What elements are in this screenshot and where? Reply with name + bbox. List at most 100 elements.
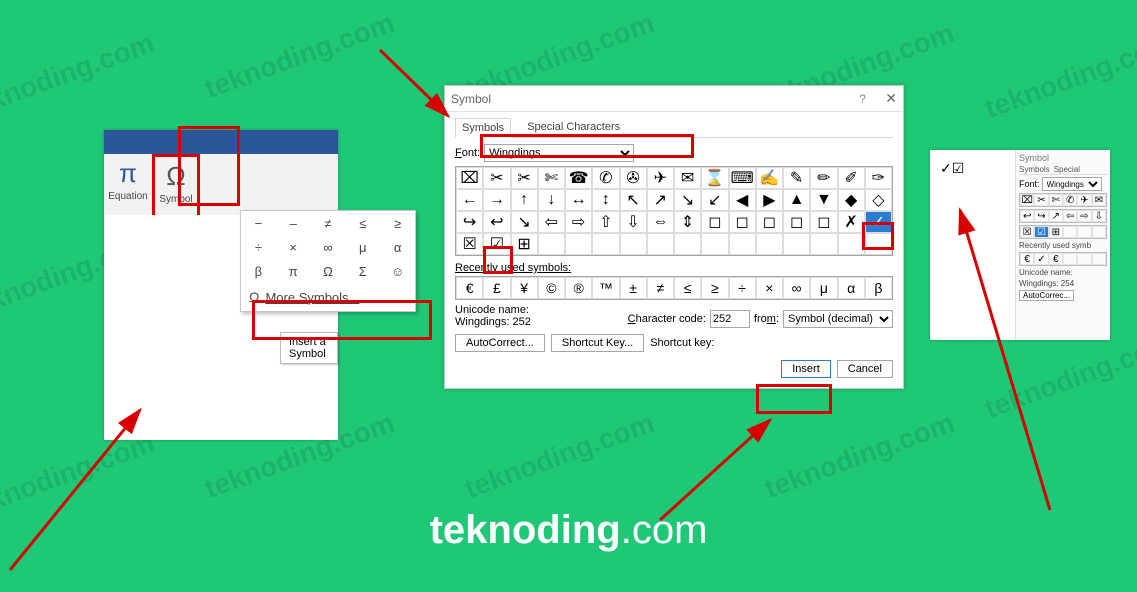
symbol-cell[interactable]: ↪ [456, 211, 483, 233]
symbol-cell[interactable]: ◇ [865, 189, 892, 211]
symbol-cell[interactable]: ⇩ [620, 211, 647, 233]
mini-symbol-cell[interactable]: ⇨ [1077, 210, 1091, 222]
symbol-cell[interactable]: ✂ [483, 167, 510, 189]
symbol-cell[interactable] [538, 233, 565, 255]
mini-symbol-cell[interactable]: ↗ [1049, 210, 1063, 222]
dropdown-symbol-cell[interactable]: Σ [345, 259, 380, 283]
symbol-cell[interactable]: ↘ [511, 211, 538, 233]
close-icon[interactable]: ✕ [885, 90, 897, 106]
symbol-cell[interactable]: ✗ [838, 211, 865, 233]
mini-symbol-cell[interactable]: ✆ [1063, 194, 1077, 206]
dropdown-symbol-cell[interactable]: − [241, 211, 276, 235]
symbol-cell[interactable]: ✍ [756, 167, 783, 189]
dropdown-symbol-cell[interactable]: – [276, 211, 311, 235]
equation-button[interactable]: π Equation [104, 154, 152, 215]
dropdown-symbol-cell[interactable]: π [276, 259, 311, 283]
mini-symbol-cell[interactable]: ⇩ [1092, 210, 1106, 222]
symbol-cell[interactable]: ⌛ [701, 167, 728, 189]
recent-symbol-cell[interactable]: © [538, 277, 565, 299]
recent-symbol-cell[interactable]: β [865, 277, 892, 299]
mini-font-select[interactable]: Wingdings [1042, 177, 1102, 191]
symbol-cell[interactable]: ◻ [783, 211, 810, 233]
help-icon[interactable]: ? [859, 92, 866, 106]
mini-symbol-cell[interactable]: ✈ [1077, 194, 1091, 206]
recent-symbol-cell[interactable]: ™ [592, 277, 619, 299]
mini-symbol-cell[interactable]: ✓ [1034, 253, 1048, 265]
symbol-cell[interactable] [756, 233, 783, 255]
symbol-cell[interactable] [783, 233, 810, 255]
symbol-cell[interactable] [810, 233, 837, 255]
mini-symbol-cell[interactable]: ✉ [1092, 194, 1106, 206]
symbol-cell[interactable]: ▲ [783, 189, 810, 211]
symbol-cell[interactable]: ◻ [810, 211, 837, 233]
insert-button[interactable]: Insert [781, 360, 831, 378]
mini-symbol-cell[interactable]: € [1020, 253, 1034, 265]
charcode-input[interactable] [710, 310, 750, 328]
more-symbols-item[interactable]: Ω More Symbols... [241, 283, 415, 311]
symbol-cell[interactable]: ↩ [483, 211, 510, 233]
recent-symbol-cell[interactable]: ÷ [729, 277, 756, 299]
recent-symbol-cell[interactable]: ∞ [783, 277, 810, 299]
symbol-cell[interactable]: ⇔ [647, 211, 674, 233]
font-select[interactable]: Wingdings [484, 144, 634, 162]
dropdown-symbol-cell[interactable]: ∞ [311, 235, 346, 259]
symbol-cell[interactable]: ↔ [565, 189, 592, 211]
symbol-cell[interactable]: ✆ [592, 167, 619, 189]
symbol-cell[interactable]: ⊞ [511, 233, 538, 255]
mini-symbol-cell[interactable]: ⇦ [1063, 210, 1077, 222]
dropdown-symbol-cell[interactable]: ≤ [345, 211, 380, 235]
recent-symbol-cell[interactable]: μ [810, 277, 837, 299]
symbol-cell[interactable]: ▼ [810, 189, 837, 211]
mini-symbol-cell[interactable] [1063, 253, 1077, 265]
symbol-cell[interactable]: ⇨ [565, 211, 592, 233]
mini-symbol-cell[interactable]: ↩ [1020, 210, 1034, 222]
mini-symbol-cell[interactable]: ⊞ [1049, 226, 1063, 238]
dropdown-symbol-cell[interactable]: × [276, 235, 311, 259]
symbol-cell[interactable]: ◻ [756, 211, 783, 233]
symbol-cell[interactable]: ✉ [674, 167, 701, 189]
symbol-cell[interactable]: ◻ [701, 211, 728, 233]
dropdown-symbol-cell[interactable]: ÷ [241, 235, 276, 259]
symbol-button[interactable]: Ω Symbol [152, 154, 200, 215]
symbol-cell[interactable]: ✑ [865, 167, 892, 189]
symbol-cell[interactable] [729, 233, 756, 255]
symbol-cell[interactable] [592, 233, 619, 255]
mini-symbol-cell[interactable]: ✄ [1049, 194, 1063, 206]
symbol-cell[interactable]: ☑ [483, 233, 510, 255]
symbol-cell[interactable]: ↕ [592, 189, 619, 211]
tab-special[interactable]: Special Characters [521, 118, 626, 137]
recent-symbol-cell[interactable]: ≤ [674, 277, 701, 299]
recent-symbol-cell[interactable]: × [756, 277, 783, 299]
from-select[interactable]: Symbol (decimal) [783, 310, 893, 328]
mini-tab-special[interactable]: Special [1054, 165, 1080, 174]
symbol-cell[interactable]: ◻ [729, 211, 756, 233]
dropdown-symbol-cell[interactable]: μ [345, 235, 380, 259]
symbol-cell[interactable] [620, 233, 647, 255]
mini-symbol-cell[interactable]: ☑ [1034, 226, 1048, 238]
symbol-cell[interactable]: ⇦ [538, 211, 565, 233]
symbol-cell[interactable]: ↘ [674, 189, 701, 211]
symbol-cell[interactable]: ⌧ [456, 167, 483, 189]
mini-symbol-cell[interactable]: ⌧ [1020, 194, 1034, 206]
symbol-cell[interactable]: ⇧ [592, 211, 619, 233]
mini-symbol-cell[interactable] [1077, 253, 1091, 265]
mini-autocorrect-button[interactable]: AutoCorrec... [1019, 290, 1074, 301]
dropdown-symbol-cell[interactable]: β [241, 259, 276, 283]
symbol-cell[interactable]: ✓ [865, 211, 892, 233]
cancel-button[interactable]: Cancel [837, 360, 893, 378]
recent-symbol-cell[interactable]: α [838, 277, 865, 299]
dropdown-symbol-cell[interactable]: ☺ [380, 259, 415, 283]
symbol-cell[interactable] [674, 233, 701, 255]
recent-symbol-cell[interactable]: ± [620, 277, 647, 299]
mini-symbol-cell[interactable]: ☒ [1020, 226, 1034, 238]
shortcut-key-button[interactable]: Shortcut Key... [551, 334, 644, 352]
mini-symbol-cell[interactable] [1063, 226, 1077, 238]
symbol-cell[interactable]: ✇ [620, 167, 647, 189]
symbol-cell[interactable]: ✈ [647, 167, 674, 189]
symbol-cell[interactable] [647, 233, 674, 255]
symbol-cell[interactable]: ☎ [565, 167, 592, 189]
mini-tab-symbols[interactable]: Symbols [1019, 165, 1050, 174]
recent-symbol-cell[interactable]: £ [483, 277, 510, 299]
symbol-cell[interactable] [565, 233, 592, 255]
symbol-cell[interactable]: ↗ [647, 189, 674, 211]
